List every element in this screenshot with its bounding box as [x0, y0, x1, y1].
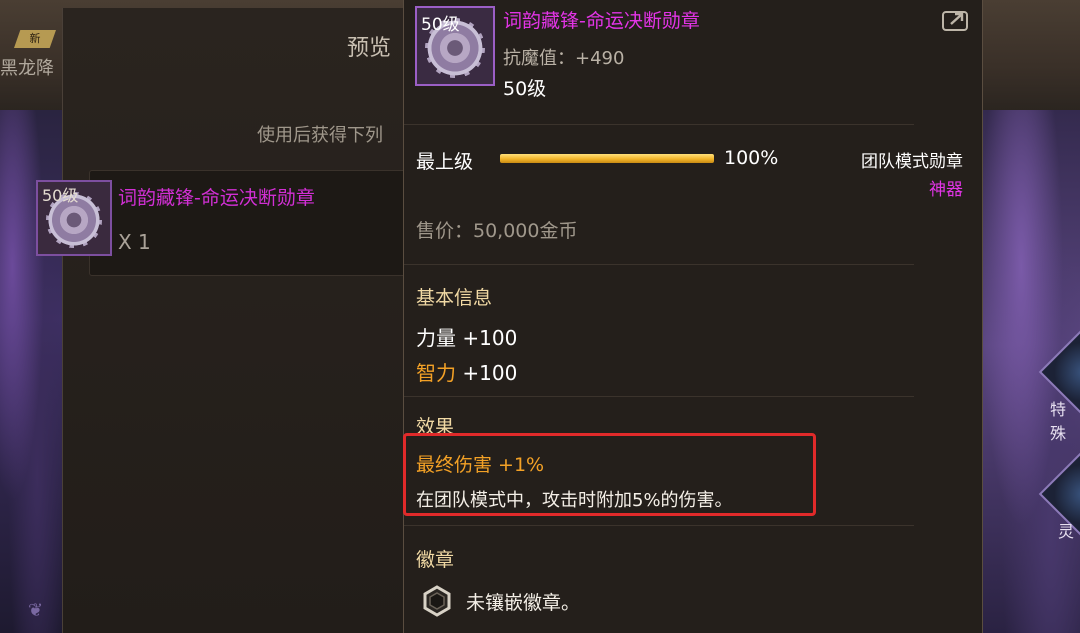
badge-heading: 徽章 [416, 549, 455, 571]
tooltip-item-level-badge: 50级 [421, 15, 460, 35]
preview-item-icon[interactable]: 50级 [36, 180, 112, 256]
magic-resistance-stat: 抗魔值：+490 [503, 48, 625, 69]
grade-progress-fill [500, 154, 714, 163]
item-type-label: 团队模式勋章 [861, 152, 963, 172]
attribute-value: +100 [462, 361, 518, 385]
sell-price: 售价：50,000金币 [416, 220, 578, 242]
attribute-name: 智力 [416, 361, 456, 385]
attribute-name: 力量 [416, 326, 456, 350]
grade-percent: 100% [724, 147, 779, 169]
badge-socket-status: 未镶嵌徽章。 [466, 592, 581, 614]
share-icon[interactable] [941, 6, 971, 32]
rarity-label: 神器 [929, 180, 963, 200]
divider [404, 525, 914, 526]
attribute-value: +100 [462, 326, 518, 350]
preview-subtitle: 使用后获得下列 [257, 125, 383, 146]
preview-title: 预览 [347, 36, 392, 61]
preview-item-level-badge: 50级 [42, 186, 79, 205]
grade-label: 最上级 [416, 151, 474, 173]
background-dungeon-title: 黑龙降 [0, 58, 54, 79]
divider [404, 396, 914, 397]
preview-item-quantity: X 1 [118, 230, 151, 254]
tooltip-item-name: 词韵藏锋-命运决断勋章 [503, 10, 700, 32]
effect-highlight-box [403, 433, 816, 516]
tooltip-item-icon: 50级 [415, 6, 495, 86]
butterfly-decoration-icon: ❦ [28, 600, 44, 621]
attribute-strength: 力量 +100 [416, 322, 517, 351]
side-menu-label-spirit: 灵 [1058, 522, 1075, 541]
basic-info-heading: 基本信息 [416, 287, 493, 309]
preview-item-name: 词韵藏锋-命运决断勋章 [118, 187, 315, 209]
item-level: 50级 [503, 78, 547, 100]
divider [404, 124, 914, 125]
empty-socket-hexagon-icon [423, 585, 451, 617]
side-menu-label-special: 特殊 [1050, 400, 1067, 443]
new-badge: 新 [14, 30, 56, 48]
item-tooltip [403, 0, 983, 633]
attribute-intelligence: 智力 +100 [416, 357, 517, 386]
divider [404, 264, 914, 265]
grade-progress-bar [500, 154, 714, 163]
